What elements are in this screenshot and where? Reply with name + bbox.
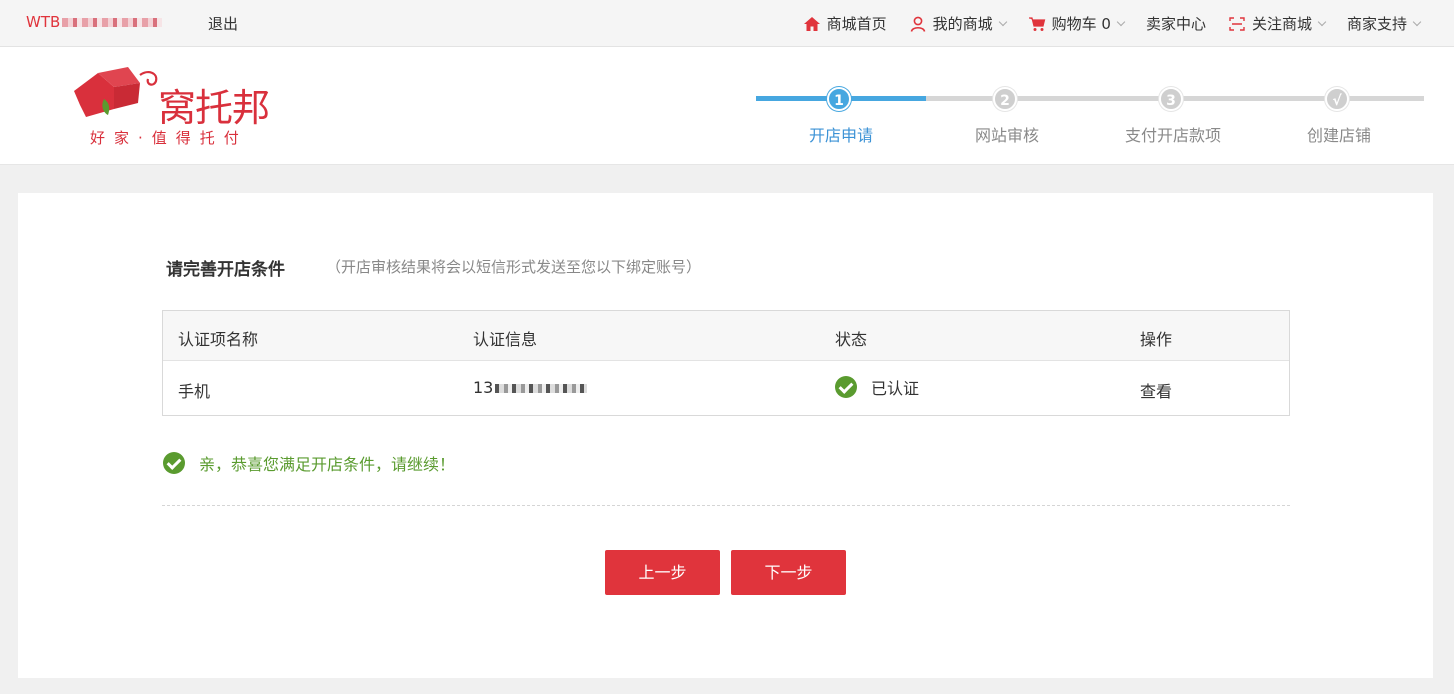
house-logo-icon [74, 67, 158, 117]
page-title: 请完善开店条件 [166, 260, 285, 280]
logout-link[interactable]: 退出 [208, 13, 238, 34]
nav-my-mall[interactable]: 我的商城 [909, 13, 1007, 34]
page-subtitle: （开店审核结果将会以短信形式发送至您以下绑定账号） [326, 258, 702, 276]
step-4-node: √ [1325, 87, 1349, 111]
nav-merchant-support[interactable]: 商家支持 [1346, 13, 1422, 34]
col-info-header: 认证信息 [473, 330, 538, 349]
bookmark-icon [1228, 16, 1246, 32]
nav-follow-mall-label: 关注商城 [1251, 15, 1312, 33]
nav-seller-center[interactable]: 卖家中心 [1146, 13, 1206, 34]
cart-icon [1028, 16, 1046, 32]
col-status-header: 状态 [835, 330, 868, 349]
verification-table: 认证项名称 认证信息 状态 操作 手机 13 已认证 查看 [162, 310, 1290, 416]
row-name: 手机 [178, 382, 211, 401]
prev-step-button[interactable]: 上一步 [605, 550, 720, 595]
user-icon [909, 16, 927, 32]
site-header: 窝托邦 好家·值得托付 1 2 3 √ 开店申请 网站审核 支付开店款项 创建店… [0, 47, 1454, 165]
step-3-node: 3 [1159, 87, 1183, 111]
success-text: 亲，恭喜您满足开店条件，请继续！ [199, 455, 456, 474]
username-link[interactable]: WTB [26, 13, 163, 31]
brand-name: 窝托邦 [158, 86, 270, 130]
site-logo[interactable]: 窝托邦 好家·值得托付 [70, 65, 300, 155]
progress-steps: 1 2 3 √ 开店申请 网站审核 支付开店款项 创建店铺 [756, 82, 1424, 152]
username-prefix: WTB [26, 13, 61, 31]
view-link[interactable]: 查看 [1140, 378, 1172, 402]
nav-home[interactable]: 商城首页 [803, 13, 887, 34]
col-name-header: 认证项名称 [178, 330, 259, 349]
row-info: 13 [473, 378, 588, 397]
top-bar: WTB 退出 商城首页 我的商城 购物车 0 卖家中心 关注商城 商家支持 [0, 0, 1454, 47]
row-status: 已认证 [835, 375, 919, 399]
phone-prefix: 13 [473, 378, 494, 397]
step-2-label: 网站审核 [974, 126, 1039, 145]
username-redacted [62, 17, 163, 27]
step-4-label: 创建店铺 [1306, 126, 1371, 145]
success-message: 亲，恭喜您满足开店条件，请继续！ [163, 451, 455, 475]
next-step-button[interactable]: 下一步 [731, 550, 846, 595]
divider [162, 505, 1290, 506]
nav-my-mall-label: 我的商城 [932, 15, 993, 33]
main-panel: 请完善开店条件 （开店审核结果将会以短信形式发送至您以下绑定账号） 认证项名称 … [18, 193, 1433, 678]
chevron-down-icon [998, 17, 1007, 26]
check-circle-icon [835, 376, 857, 398]
step-1-label: 开店申请 [808, 126, 873, 145]
check-circle-icon [163, 452, 185, 474]
home-icon [803, 16, 821, 32]
col-action-header: 操作 [1140, 330, 1173, 349]
row-status-label: 已认证 [871, 379, 920, 398]
nav-home-label: 商城首页 [826, 15, 887, 33]
chevron-down-icon [1412, 17, 1422, 26]
step-2-node: 2 [993, 87, 1017, 111]
step-3-label: 支付开店款项 [1124, 126, 1221, 145]
brand-slogan: 好家·值得托付 [90, 129, 248, 147]
table-header: 认证项名称 认证信息 状态 操作 [163, 311, 1289, 361]
nav-cart[interactable]: 购物车 0 [1028, 13, 1126, 34]
chevron-down-icon [1317, 17, 1327, 26]
nav-seller-center-label: 卖家中心 [1145, 15, 1206, 33]
nav-cart-label: 购物车 0 [1051, 15, 1111, 33]
chevron-down-icon [1116, 17, 1126, 26]
top-nav: 商城首页 我的商城 购物车 0 卖家中心 关注商城 商家支持 [781, 13, 1422, 34]
step-1-node: 1 [827, 87, 851, 111]
nav-merchant-support-label: 商家支持 [1346, 15, 1407, 33]
nav-follow-mall[interactable]: 关注商城 [1228, 13, 1327, 34]
phone-redacted [495, 384, 588, 393]
